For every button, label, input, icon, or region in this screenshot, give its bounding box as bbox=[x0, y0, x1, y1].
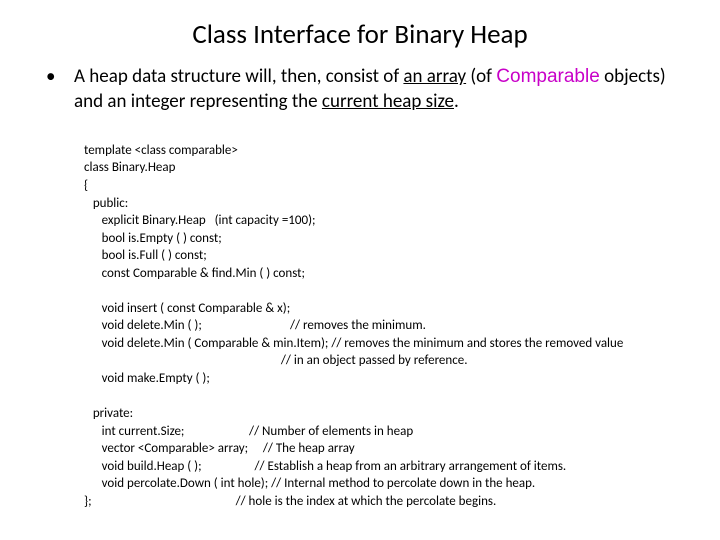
code-line: { bbox=[84, 178, 88, 193]
bullet-mid1: (of bbox=[466, 65, 496, 88]
code-line: void delete.Min ( Comparable & min.Item)… bbox=[84, 336, 623, 351]
code-line: void delete.Min ( ); // removes the mini… bbox=[84, 318, 426, 333]
code-line: template <class comparable> bbox=[84, 143, 238, 158]
slide-title: Class Interface for Binary Heap bbox=[40, 18, 680, 51]
code-line: const Comparable & find.Min ( ) const; bbox=[84, 266, 305, 281]
code-line: private: bbox=[84, 406, 133, 421]
bullet-underline-array: an array bbox=[403, 65, 466, 88]
bullet-pre: A heap data structure will, then, consis… bbox=[74, 65, 403, 88]
code-line: explicit Binary.Heap (int capacity =100)… bbox=[84, 213, 316, 228]
bullet-dot: • bbox=[42, 65, 74, 90]
code-line: vector <Comparable> array; // The heap a… bbox=[84, 441, 355, 456]
code-line: // in an object passed by reference. bbox=[84, 353, 467, 368]
bullet-text: A heap data structure will, then, consis… bbox=[74, 65, 680, 114]
code-line: void make.Empty ( ); bbox=[84, 371, 210, 386]
code-line: class Binary.Heap bbox=[84, 160, 175, 175]
code-line: int current.Size; // Number of elements … bbox=[84, 424, 413, 439]
bullet-post: . bbox=[454, 90, 459, 113]
bullet-underline-size: current heap size bbox=[322, 90, 454, 113]
code-line: public: bbox=[84, 196, 128, 211]
bullet-comparable: Comparable bbox=[496, 66, 600, 87]
slide: Class Interface for Binary Heap • A heap… bbox=[0, 0, 720, 540]
code-line: bool is.Empty ( ) const; bbox=[84, 231, 222, 246]
code-line: }; // hole is the index at which the per… bbox=[84, 494, 496, 509]
bullet-item: • A heap data structure will, then, cons… bbox=[42, 65, 680, 114]
code-block: template <class comparable> class Binary… bbox=[84, 124, 680, 528]
code-line: void build.Heap ( ); // Establish a heap… bbox=[84, 459, 566, 474]
code-line: void insert ( const Comparable & x); bbox=[84, 301, 290, 316]
code-line: bool is.Full ( ) const; bbox=[84, 248, 207, 263]
code-line: void percolate.Down ( int hole); // Inte… bbox=[84, 476, 535, 491]
